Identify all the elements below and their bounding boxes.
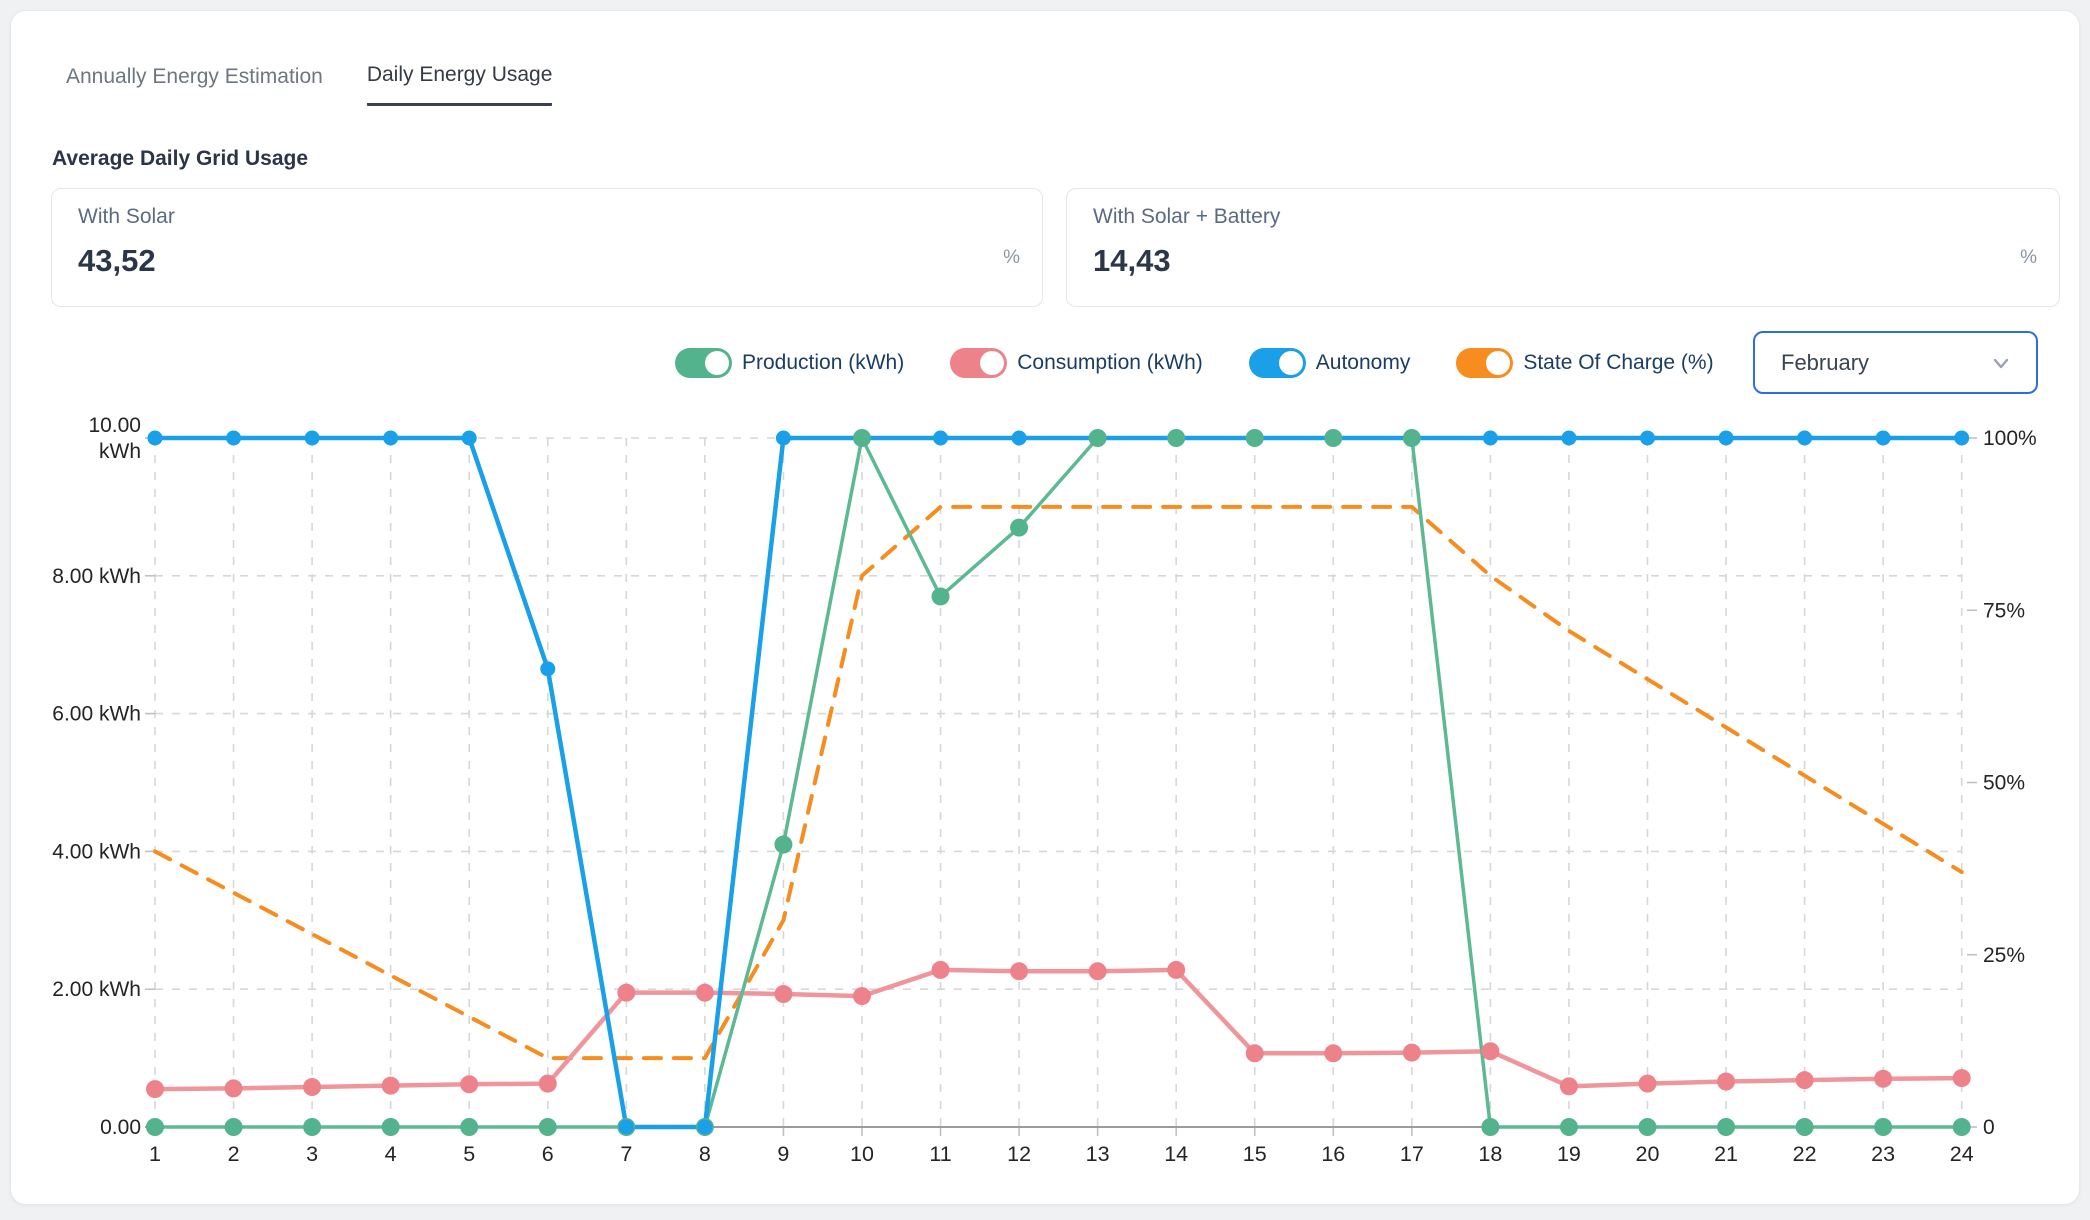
svg-text:0: 0 — [1983, 1116, 1995, 1139]
chevron-down-icon — [1988, 350, 2014, 376]
svg-text:4: 4 — [385, 1142, 397, 1166]
svg-text:50%: 50% — [1983, 772, 2025, 795]
toggle-knob — [705, 351, 729, 375]
legend-toggle-state-of-charge[interactable] — [1456, 348, 1513, 378]
legend-label: Production (kWh) — [742, 351, 904, 375]
svg-text:7: 7 — [620, 1142, 632, 1166]
toggle-knob — [980, 351, 1004, 375]
svg-text:6: 6 — [542, 1142, 554, 1166]
month-select-value: February — [1781, 350, 1988, 376]
dashboard-card: Annually Energy Estimation Daily Energy … — [10, 10, 2080, 1205]
page-title: Average Daily Grid Usage — [52, 147, 308, 171]
svg-text:21: 21 — [1714, 1142, 1738, 1166]
svg-text:75%: 75% — [1983, 599, 2025, 622]
tab-annually-energy-estimation[interactable]: Annually Energy Estimation — [66, 63, 323, 106]
tab-daily-energy-usage[interactable]: Daily Energy Usage — [367, 63, 553, 106]
svg-text:100%: 100% — [1983, 427, 2037, 450]
month-select[interactable]: February — [1753, 331, 2038, 394]
stat-card-with-solar: With Solar 43,52 % — [51, 188, 1043, 307]
svg-text:8.00 kWh: 8.00 kWh — [52, 565, 141, 588]
stat-card-with-solar-battery: With Solar + Battery 14,43 % — [1066, 188, 2060, 307]
svg-text:3: 3 — [306, 1142, 318, 1166]
legend-toggle-consumption[interactable] — [950, 348, 1007, 378]
stat-label: With Solar — [78, 205, 1016, 229]
chart-area: 1234567891011121314151617181920212223241… — [11, 396, 2090, 1196]
svg-text:2.00 kWh: 2.00 kWh — [52, 978, 141, 1001]
tab-bar: Annually Energy Estimation Daily Energy … — [66, 63, 552, 106]
legend-item: State Of Charge (%) — [1456, 348, 1713, 378]
svg-text:23: 23 — [1871, 1142, 1895, 1166]
svg-text:9: 9 — [777, 1142, 789, 1166]
svg-text:19: 19 — [1557, 1142, 1581, 1166]
svg-text:11: 11 — [929, 1142, 951, 1166]
svg-text:5: 5 — [463, 1142, 475, 1166]
svg-text:16: 16 — [1321, 1142, 1345, 1166]
legend-toggle-production[interactable] — [675, 348, 732, 378]
chart-legend: Production (kWh) Consumption (kWh) Autonom… — [675, 348, 1714, 378]
svg-text:20: 20 — [1636, 1142, 1660, 1166]
svg-text:25%: 25% — [1983, 944, 2025, 967]
svg-text:4.00 kWh: 4.00 kWh — [52, 840, 141, 863]
svg-text:6.00 kWh: 6.00 kWh — [52, 703, 141, 726]
legend-item: Production (kWh) — [675, 348, 904, 378]
toggle-knob — [1486, 351, 1510, 375]
legend-label: Consumption (kWh) — [1017, 351, 1203, 375]
legend-label: State Of Charge (%) — [1523, 351, 1713, 375]
svg-text:10: 10 — [850, 1142, 874, 1166]
percent-unit: % — [2020, 247, 2037, 269]
legend-item: Autonomy — [1249, 348, 1411, 378]
stat-value: 14,43 — [1093, 243, 2033, 279]
legend-item: Consumption (kWh) — [950, 348, 1203, 378]
svg-text:1: 1 — [149, 1142, 161, 1166]
svg-text:17: 17 — [1400, 1142, 1424, 1166]
svg-text:15: 15 — [1243, 1142, 1267, 1166]
svg-text:2: 2 — [228, 1142, 240, 1166]
stat-label: With Solar + Battery — [1093, 205, 2033, 229]
daily-energy-chart: 1234567891011121314151617181920212223241… — [11, 396, 2090, 1196]
stat-value: 43,52 — [78, 243, 1016, 279]
legend-label: Autonomy — [1316, 351, 1411, 375]
percent-unit: % — [1003, 247, 1020, 269]
svg-text:0.00: 0.00 — [100, 1116, 141, 1139]
svg-text:24: 24 — [1950, 1142, 1974, 1166]
svg-text:18: 18 — [1478, 1142, 1502, 1166]
svg-text:13: 13 — [1086, 1142, 1110, 1166]
svg-text:8: 8 — [699, 1142, 711, 1166]
toggle-knob — [1279, 351, 1303, 375]
svg-text:12: 12 — [1007, 1142, 1031, 1166]
svg-text:kWh: kWh — [99, 440, 141, 463]
svg-text:14: 14 — [1164, 1142, 1188, 1166]
legend-toggle-autonomy[interactable] — [1249, 348, 1306, 378]
svg-text:22: 22 — [1793, 1142, 1817, 1166]
svg-text:10.00: 10.00 — [88, 414, 141, 437]
